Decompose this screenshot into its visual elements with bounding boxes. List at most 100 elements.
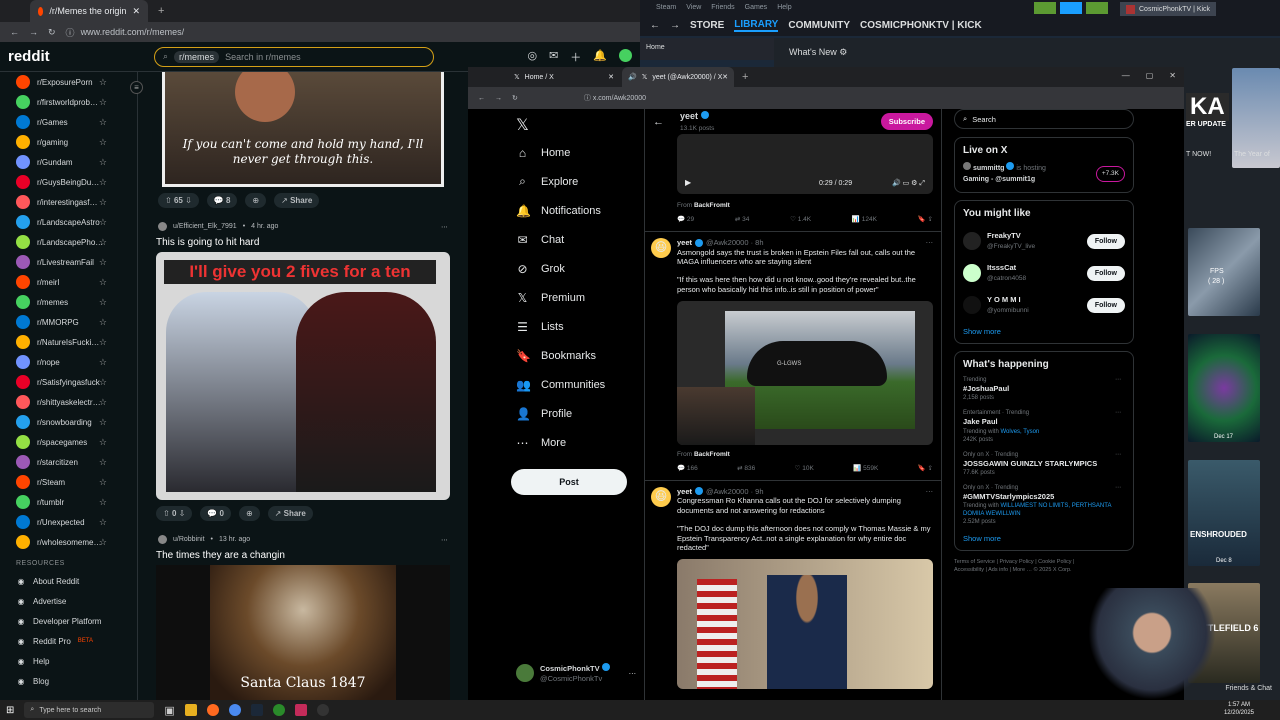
reddit-logo[interactable]: reddit [8,48,148,65]
user-avatar[interactable] [158,222,167,231]
steam-user-button[interactable]: CosmicPhonkTV | Kick [1120,2,1217,16]
close-icon[interactable]: ✕ [1169,71,1176,80]
bookmark-share[interactable]: 🔖 ⇪ [918,216,933,224]
avatar[interactable] [619,48,632,62]
follow-button[interactable]: Follow [1086,297,1125,313]
sidebar-item-subreddit[interactable]: r/spacegames ☆ [0,432,137,452]
nav-item-more[interactable]: ⋯ More [508,428,638,457]
advertise-icon[interactable]: ◎ [527,49,537,65]
more-icon[interactable]: ⋯ [1115,376,1121,384]
tweet-video[interactable] [677,559,933,689]
account-switcher[interactable]: CosmicPhonkTV @CosmicPhonkTv ⋯ [516,663,636,684]
star-icon[interactable]: ☆ [99,537,107,548]
star-icon[interactable]: ☆ [99,137,107,148]
star-icon[interactable]: ☆ [99,257,107,268]
close-tab-icon[interactable]: ✕ [608,73,614,81]
star-icon[interactable]: ☆ [99,477,107,488]
forward-icon[interactable]: → [670,20,680,31]
broadcast-icon[interactable] [1060,2,1082,14]
maximize-icon[interactable]: ▢ [1146,71,1154,80]
game-tile[interactable]: FPS ( 28 ) [1188,228,1260,316]
suggestion-item[interactable]: Y O M M I @yommibunni Follow [963,289,1125,321]
reply-button[interactable]: 💬 29 [677,216,694,224]
star-icon[interactable]: ☆ [99,297,107,308]
forward-icon[interactable]: → [495,95,502,102]
sidebar-item-subreddit[interactable]: r/Games ☆ [0,112,137,132]
collapse-sidebar-icon[interactable]: ≡ [130,81,143,94]
xbox-icon[interactable] [272,704,285,716]
taskbar-search-input[interactable]: ⌕ Type here to search [24,702,155,718]
nav-item-bookmarks[interactable]: 🔖 Bookmarks [508,341,638,370]
nav-item-grok[interactable]: ⊘ Grok [508,254,638,283]
reload-icon[interactable]: ↻ [512,94,518,102]
nav-item-lists[interactable]: ☰ Lists [508,312,638,341]
sidebar-item-subreddit[interactable]: r/memes ☆ [0,292,137,312]
minimize-icon[interactable]: — [1122,71,1130,80]
steam-menu-item[interactable]: Help [777,4,791,11]
award-button[interactable]: ⊕ [238,506,260,521]
share-button[interactable]: ↗ Share [274,193,320,208]
sidebar-item-subreddit[interactable]: r/snowboarding ☆ [0,412,137,432]
star-icon[interactable]: ☆ [99,317,107,328]
star-icon[interactable]: ☆ [99,457,107,468]
star-icon[interactable]: ☆ [99,177,107,188]
sidebar-item-subreddit[interactable]: r/LandscapeAstro ☆ [0,212,137,232]
reply-button[interactable]: 💬 166 [677,465,698,473]
video-controls[interactable]: 🔊 ▭ ⚙ ⤢ [892,179,925,188]
post-username[interactable]: u/Robbinit [173,536,205,543]
x-tab-home[interactable]: 𝕏 Home / X ✕ [508,67,620,87]
star-icon[interactable]: ☆ [99,77,107,88]
new-tab-icon[interactable]: + [158,5,164,17]
steam-menu-item[interactable]: View [686,4,701,11]
sidebar-item-subreddit[interactable]: r/wholesomeme… ☆ [0,532,137,552]
vote-button[interactable]: ⇧ 65 ⇩ [158,193,199,208]
steam-nav-library[interactable]: LIBRARY [734,19,779,32]
repost-button[interactable]: ⇄ 34 [735,216,750,224]
star-icon[interactable]: ☆ [99,517,107,528]
subscribe-button[interactable]: Subscribe [880,113,933,130]
show-more-link[interactable]: Show more [963,534,1125,543]
user-avatar[interactable] [158,535,167,544]
file-explorer-icon[interactable] [184,704,197,716]
more-options-icon[interactable]: ⋯ [441,223,448,231]
reddit-search-input[interactable]: ⌕ r/memes Search in r/memes [154,46,434,67]
like-button[interactable]: ♡ 10K [795,465,814,473]
reload-icon[interactable]: ↻ [48,27,56,38]
close-tab-icon[interactable]: ✕ [132,6,140,17]
trend-item[interactable]: ⋯ Trending #JoshuaPaul 2,158 posts [963,376,1125,402]
create-post-icon[interactable]: ＋ [570,49,581,65]
more-icon[interactable]: ⋯ [629,669,637,678]
sidebar-item-subreddit[interactable]: r/starcitizen ☆ [0,452,137,472]
x-search-input[interactable]: ⌕ Search [954,109,1134,129]
follow-button[interactable]: Follow [1086,265,1125,281]
sidebar-item-subreddit[interactable]: r/interestingasf… ☆ [0,192,137,212]
more-icon[interactable]: ⋯ [1115,484,1121,492]
suggestion-item[interactable]: ItsssCat @catron4058 Follow [963,257,1125,289]
sidebar-item-subreddit[interactable]: r/Gundam ☆ [0,152,137,172]
suggestion-item[interactable]: FreakyTV @FreakyTV_live Follow [963,225,1125,257]
back-icon[interactable]: ← [650,20,660,31]
resource-link[interactable]: ◉ Advertise [0,591,137,611]
bookmark-share[interactable]: 🔖 ⇪ [918,465,933,473]
star-icon[interactable]: ☆ [99,157,107,168]
sidebar-item-subreddit[interactable]: r/gaming ☆ [0,132,137,152]
comments-button[interactable]: 💬 8 [206,193,238,208]
close-tab-icon[interactable]: ✕ [722,73,728,81]
reddit-tab[interactable]: /r/Memes the original since 20… ✕ [30,0,148,22]
app-icon[interactable] [294,704,307,716]
star-icon[interactable]: ☆ [99,117,107,128]
tweet-video[interactable]: G-LGWS [677,300,933,445]
nav-item-communities[interactable]: 👥 Communities [508,370,638,399]
comments-button[interactable]: 💬 0 [200,506,231,521]
sidebar-item-subreddit[interactable]: r/NatureIsFucki… ☆ [0,332,137,352]
sidebar-item-subreddit[interactable]: r/LivestreamFail ☆ [0,252,137,272]
star-icon[interactable]: ☆ [99,357,107,368]
resource-link[interactable]: ◉ Developer Platform [0,611,137,631]
nav-item-premium[interactable]: 𝕏 Premium [508,283,638,312]
resource-link[interactable]: ◉ Reddit Pro BETA [0,631,137,651]
nav-item-notifications[interactable]: 🔔 Notifications [508,196,638,225]
star-icon[interactable]: ☆ [99,97,107,108]
sidebar-item-subreddit[interactable]: r/ExposurePorn ☆ [0,72,137,92]
repost-button[interactable]: ⇄ 836 [737,465,755,473]
more-icon[interactable]: ⋯ [926,238,934,248]
